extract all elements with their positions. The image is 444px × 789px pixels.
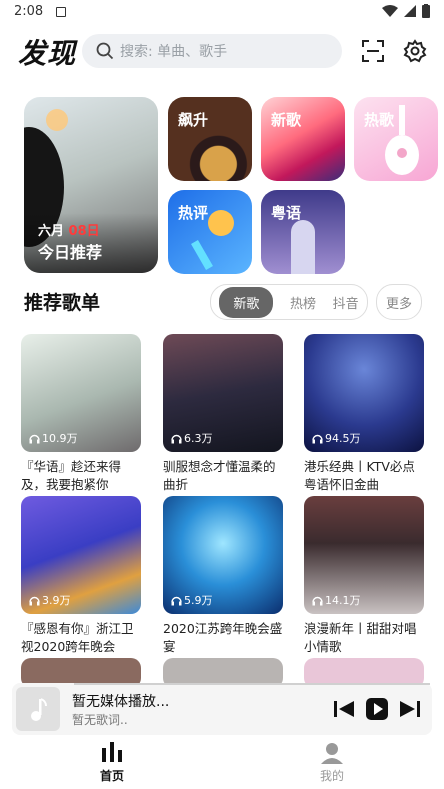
battery-icon [422,4,430,18]
tile-label: 热评 [178,204,209,222]
headphones-icon [171,596,182,605]
play-button[interactable] [365,697,389,721]
tile-cantonese[interactable]: 粤语 [261,190,345,274]
playlist-section-header: 推荐歌单 新歌 热榜 抖音 更多 [0,284,444,320]
play-count: 3.9万 [29,592,71,608]
player-lyric: 暂无歌词.. [72,713,128,727]
nav-mine[interactable]: 我的 [302,742,362,784]
search-input[interactable]: 搜索: 单曲、歌手 [82,34,342,68]
playlist-card[interactable]: 5.9万 2020江苏跨年晚会盛宴 [163,496,283,656]
tab-hot[interactable]: 热榜 [290,293,316,312]
scan-button[interactable] [360,38,386,64]
play-count: 6.3万 [171,430,213,446]
playlist-title: 『华语』趁还来得及，我要抱紧你 [21,459,122,492]
signal-icon [404,5,416,17]
section-title: 推荐歌单 [24,292,101,314]
nav-label: 我的 [319,769,344,783]
music-note-icon [31,698,47,721]
app-logo: 发现 [18,37,77,70]
tile-hot-comments[interactable]: 热评 [168,190,252,274]
player-title: 暂无媒体播放... [72,694,170,710]
settings-button[interactable] [402,38,428,64]
playlist-title: 港乐经典丨KTV必点粤语怀旧金曲 [304,459,415,492]
playlist-title: 2020江苏跨年晚会盛宴 [163,621,283,654]
wifi-icon [382,5,398,17]
search-icon [96,42,114,60]
play-count: 5.9万 [171,592,213,608]
playlist-title: 浪漫新年丨甜甜对唱小情歌 [304,621,417,654]
status-icons [382,4,430,18]
headphones-icon [171,434,182,443]
scan-icon [362,40,384,62]
headphones-icon [312,596,323,605]
play-count: 94.5万 [312,430,361,446]
playlist-cover: 10.9万 [21,334,141,452]
tab-douyin[interactable]: 抖音 [333,293,359,312]
headphones-icon [312,434,323,443]
nav-home[interactable]: 首页 [82,742,142,784]
play-count: 10.9万 [29,430,78,446]
progress-bar[interactable] [74,683,430,685]
gear-icon [403,39,427,63]
playlist-title: 『感恩有你』浙江卫视2020跨年晚会 [21,621,134,654]
playlist-cover: 6.3万 [163,334,283,452]
notification-icon [56,7,66,17]
badge-icon [46,109,68,131]
status-time: 2:08 [14,4,44,19]
skip-previous-icon [334,701,354,717]
album-thumb [16,687,60,731]
user-icon [321,743,343,764]
playlist-card[interactable]: 10.9万 『华语』趁还来得及，我要抱紧你 [21,334,141,494]
playlist-cover: 3.9万 [21,496,141,614]
tile-label: 热歌 [364,111,395,129]
search-placeholder: 搜索: 单曲、歌手 [120,44,228,60]
nav-label: 首页 [99,769,124,783]
playlist-card[interactable]: 94.5万 港乐经典丨KTV必点粤语怀旧金曲 [304,334,424,494]
mini-player[interactable]: 暂无媒体播放... 暂无歌词.. [12,683,432,735]
playlist-title: 驯服想念才懂温柔的曲折 [163,459,276,492]
more-button[interactable]: 更多 [376,284,422,320]
next-button[interactable] [398,697,422,721]
headphones-icon [29,434,40,443]
equalizer-icon [102,742,122,762]
tile-soaring[interactable]: 飙升 [168,97,252,181]
daily-title: 今日推荐 [38,243,103,262]
tile-new-songs[interactable]: 新歌 [261,97,345,181]
header: 发现 搜索: 单曲、歌手 [0,28,444,76]
playlist-card[interactable]: 3.9万 『感恩有你』浙江卫视2020跨年晚会 [21,496,141,656]
daily-date: 六月 08日 [38,224,100,239]
daily-recommend-card[interactable]: 六月 08日 今日推荐 [24,97,158,273]
playlist-tabs: 新歌 热榜 抖音 [210,284,368,320]
tab-new[interactable]: 新歌 [219,286,274,318]
headphones-icon [29,596,40,605]
playlist-card[interactable]: 14.1万 浪漫新年丨甜甜对唱小情歌 [304,496,424,656]
tile-label: 粤语 [271,204,302,222]
skip-next-icon [400,701,420,717]
playlist-cover: 14.1万 [304,496,424,614]
bottom-nav: 首页 我的 [0,738,444,789]
tile-label: 新歌 [271,111,302,129]
playlist-cover: 5.9万 [163,496,283,614]
playlist-card[interactable]: 6.3万 驯服想念才懂温柔的曲折 [163,334,283,494]
play-count: 14.1万 [312,592,361,608]
play-icon [366,698,388,720]
status-bar: 2:08 [0,0,444,24]
tile-label: 飙升 [178,111,209,129]
playlist-cover: 94.5万 [304,334,424,452]
prev-button[interactable] [332,697,356,721]
tile-hot-songs[interactable]: 热歌 [354,97,438,181]
